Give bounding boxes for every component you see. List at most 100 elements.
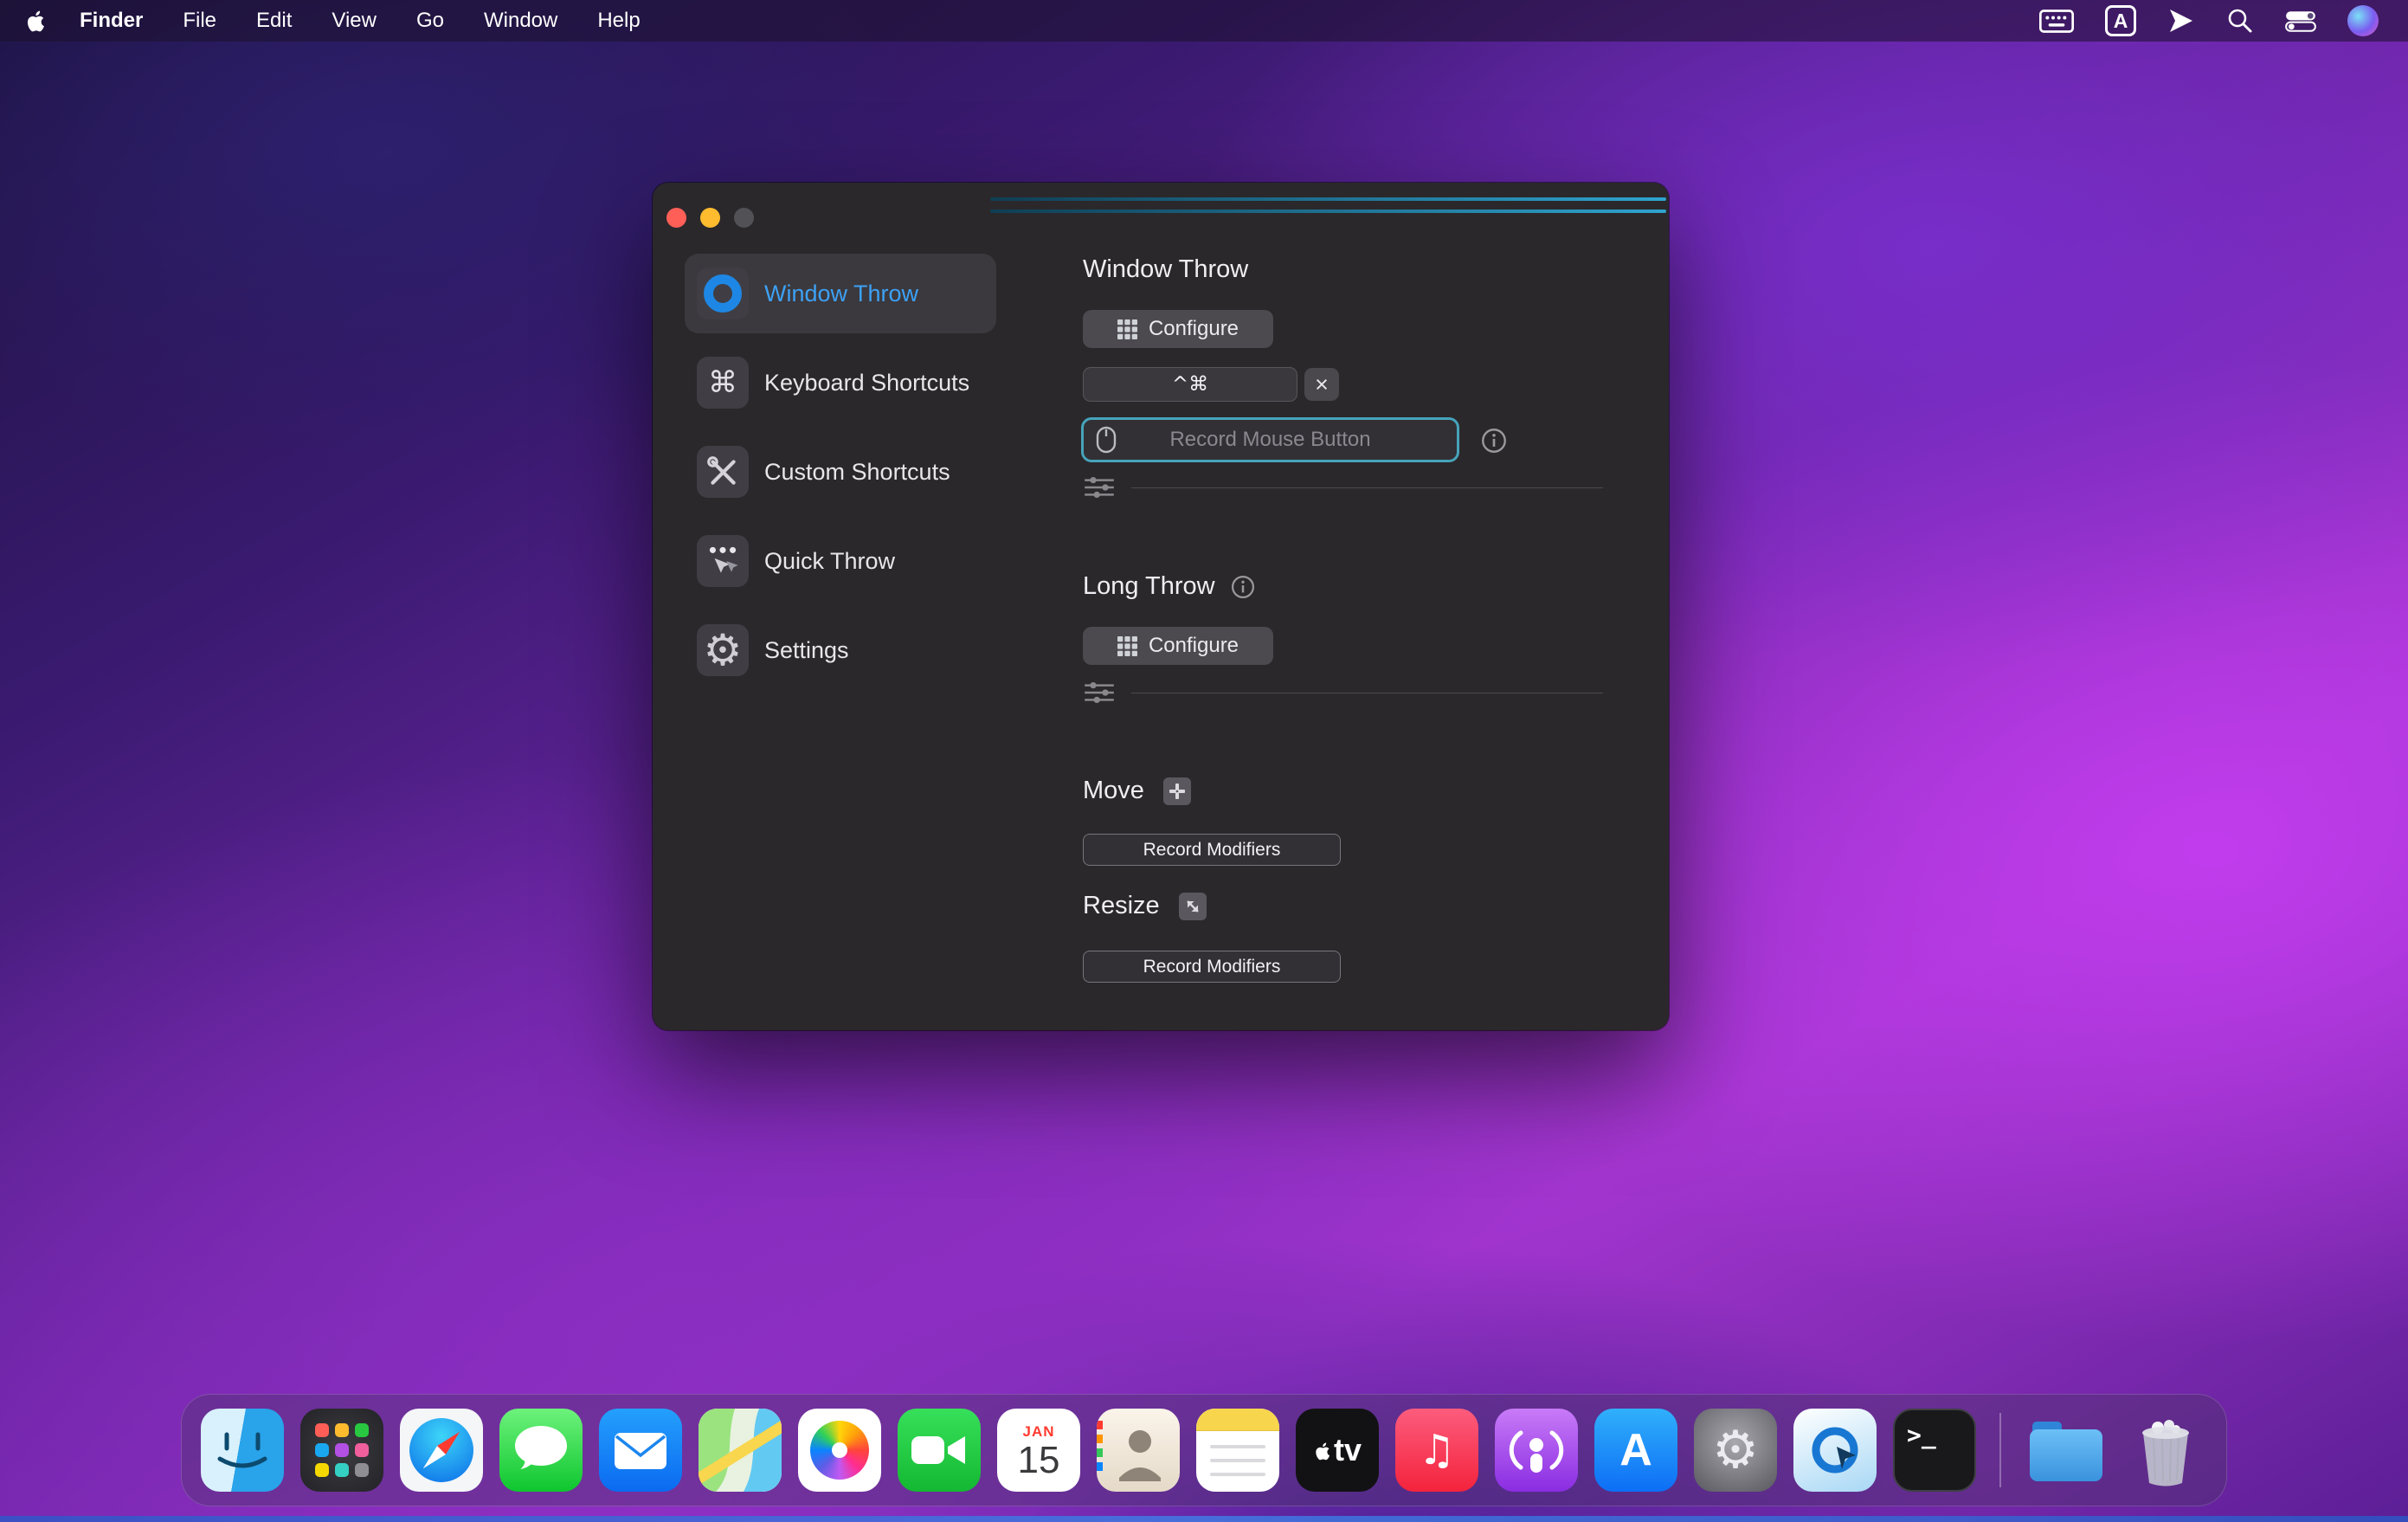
music-note-glyph: ♫ — [1418, 1429, 1455, 1471]
window-throw-configure-button[interactable]: Configure — [1083, 310, 1273, 348]
sliders-icon[interactable] — [1083, 680, 1116, 705]
dock-contacts-icon[interactable] — [1097, 1409, 1180, 1492]
calendar-day: 15 — [1018, 1441, 1060, 1480]
record-modifiers-label: Record Modifiers — [1143, 957, 1281, 977]
appstore-letter: A — [1619, 1424, 1652, 1476]
menu-edit[interactable]: Edit — [256, 9, 292, 33]
dock-downloads-folder-icon[interactable] — [2025, 1409, 2108, 1492]
dock-facetime-icon[interactable] — [898, 1409, 981, 1492]
sidebar-item-settings[interactable]: ⚙ Settings — [685, 610, 996, 690]
dock-terminal-icon[interactable]: >_ — [1893, 1409, 1976, 1492]
resize-diagonal-icon — [1179, 893, 1207, 920]
grid-icon — [1117, 636, 1137, 656]
quick-throw-icon — [697, 535, 749, 587]
move-record-modifiers-button[interactable]: Record Modifiers — [1083, 834, 1341, 866]
navigation-status-icon[interactable] — [2167, 7, 2195, 35]
sidebar-item-label: Quick Throw — [764, 548, 895, 575]
dock-photos-icon[interactable] — [798, 1409, 881, 1492]
app-window: Window Throw ⌘ Keyboard Shortcuts Custom… — [653, 183, 1669, 1030]
resize-label: Resize — [1083, 892, 1160, 920]
sidebar-item-label: Settings — [764, 637, 849, 664]
clear-icon: × — [1315, 371, 1329, 398]
zoom-button[interactable] — [734, 208, 754, 228]
dock-music-icon[interactable]: ♫ — [1395, 1409, 1478, 1492]
apple-menu-icon[interactable] — [24, 9, 45, 33]
terminal-prompt: >_ — [1907, 1421, 1936, 1449]
command-icon: ⌘ — [697, 357, 749, 409]
input-source-icon[interactable]: A — [2105, 5, 2136, 36]
sliders-icon[interactable] — [1083, 475, 1116, 500]
grid-icon — [1117, 319, 1137, 339]
menu-go[interactable]: Go — [416, 9, 444, 33]
siri-icon[interactable] — [2347, 5, 2379, 36]
info-icon[interactable] — [1480, 427, 1508, 455]
move-grid-icon — [1163, 777, 1191, 805]
menu-bar: Finder File Edit View Go Window Help A — [0, 0, 2408, 42]
keyboard-status-icon[interactable] — [2039, 10, 2074, 33]
shortcut-value: ^⌘ — [1172, 373, 1208, 396]
dock-separator — [1999, 1413, 2001, 1487]
sidebar-item-custom-shortcuts[interactable]: Custom Shortcuts — [685, 432, 996, 512]
window-top-stripe — [990, 197, 1666, 201]
control-center-icon[interactable] — [2285, 10, 2316, 32]
menu-window[interactable]: Window — [484, 9, 557, 33]
sidebar-item-label: Window Throw — [764, 281, 918, 307]
dock-system-preferences-icon[interactable]: ⚙ — [1694, 1409, 1777, 1492]
dock-notes-icon[interactable] — [1196, 1409, 1279, 1492]
menu-app-name[interactable]: Finder — [80, 9, 143, 33]
dock-podcasts-icon[interactable] — [1495, 1409, 1578, 1492]
dock-maps-icon[interactable] — [699, 1409, 782, 1492]
calendar-month: JAN — [1022, 1423, 1054, 1441]
info-icon[interactable] — [1229, 573, 1257, 601]
long-throw-configure-button[interactable]: Configure — [1083, 627, 1273, 665]
spotlight-icon[interactable] — [2226, 7, 2254, 35]
resize-record-modifiers-button[interactable]: Record Modifiers — [1083, 951, 1341, 983]
configure-label: Configure — [1149, 317, 1239, 341]
move-label: Move — [1083, 777, 1144, 805]
record-mouse-placeholder: Record Mouse Button — [1084, 428, 1457, 452]
menu-bar-status-area: A — [2039, 5, 2408, 36]
record-modifiers-label: Record Modifiers — [1143, 840, 1281, 861]
window-throw-ring-icon — [697, 268, 749, 319]
dock-mail-icon[interactable] — [599, 1409, 682, 1492]
record-mouse-button-field[interactable]: Record Mouse Button — [1081, 417, 1459, 462]
dock-appletv-icon[interactable]: tv — [1296, 1409, 1379, 1492]
dock-messages-icon[interactable] — [499, 1409, 583, 1492]
menu-bar-left: Finder File Edit View Go Window Help — [0, 9, 641, 33]
dock-calendar-icon[interactable]: JAN 15 — [997, 1409, 1080, 1492]
sidebar-item-quick-throw[interactable]: Quick Throw — [685, 521, 996, 601]
menu-file[interactable]: File — [183, 9, 216, 33]
sidebar-item-label: Custom Shortcuts — [764, 459, 950, 486]
traffic-lights — [666, 208, 754, 228]
long-throw-heading: Long Throw — [1083, 572, 1257, 601]
dock-safari-icon[interactable] — [400, 1409, 483, 1492]
window-throw-title: Window Throw — [1083, 255, 1248, 284]
menu-help[interactable]: Help — [597, 9, 640, 33]
gear-glyph: ⚙ — [1712, 1424, 1759, 1476]
resize-row: Resize — [1083, 892, 1207, 920]
divider — [1131, 487, 1603, 488]
dock: JAN 15 tv ♫ A ⚙ >_ — [181, 1394, 2227, 1506]
move-row: Move — [1083, 777, 1191, 805]
clear-shortcut-button[interactable]: × — [1304, 368, 1339, 401]
window-throw-shortcut-field[interactable]: ^⌘ — [1083, 367, 1297, 402]
close-button[interactable] — [666, 208, 686, 228]
tv-label: tv — [1334, 1432, 1362, 1468]
desktop: Finder File Edit View Go Window Help A — [0, 0, 2408, 1522]
menu-view[interactable]: View — [332, 9, 377, 33]
gear-icon: ⚙ — [697, 624, 749, 676]
sidebar-item-window-throw[interactable]: Window Throw — [685, 254, 996, 333]
window-top-stripe — [990, 210, 1666, 213]
dock-window-manager-app-icon[interactable] — [1793, 1409, 1877, 1492]
long-throw-title: Long Throw — [1083, 572, 1215, 601]
minimize-button[interactable] — [700, 208, 720, 228]
dock-trash-icon[interactable] — [2124, 1409, 2207, 1492]
dock-appstore-icon[interactable]: A — [1594, 1409, 1677, 1492]
tools-icon — [697, 446, 749, 498]
sidebar: Window Throw ⌘ Keyboard Shortcuts Custom… — [685, 254, 996, 690]
dock-launchpad-icon[interactable] — [300, 1409, 383, 1492]
configure-label: Configure — [1149, 634, 1239, 658]
sidebar-item-label: Keyboard Shortcuts — [764, 370, 969, 397]
sidebar-item-keyboard-shortcuts[interactable]: ⌘ Keyboard Shortcuts — [685, 343, 996, 422]
dock-finder-icon[interactable] — [201, 1409, 284, 1492]
